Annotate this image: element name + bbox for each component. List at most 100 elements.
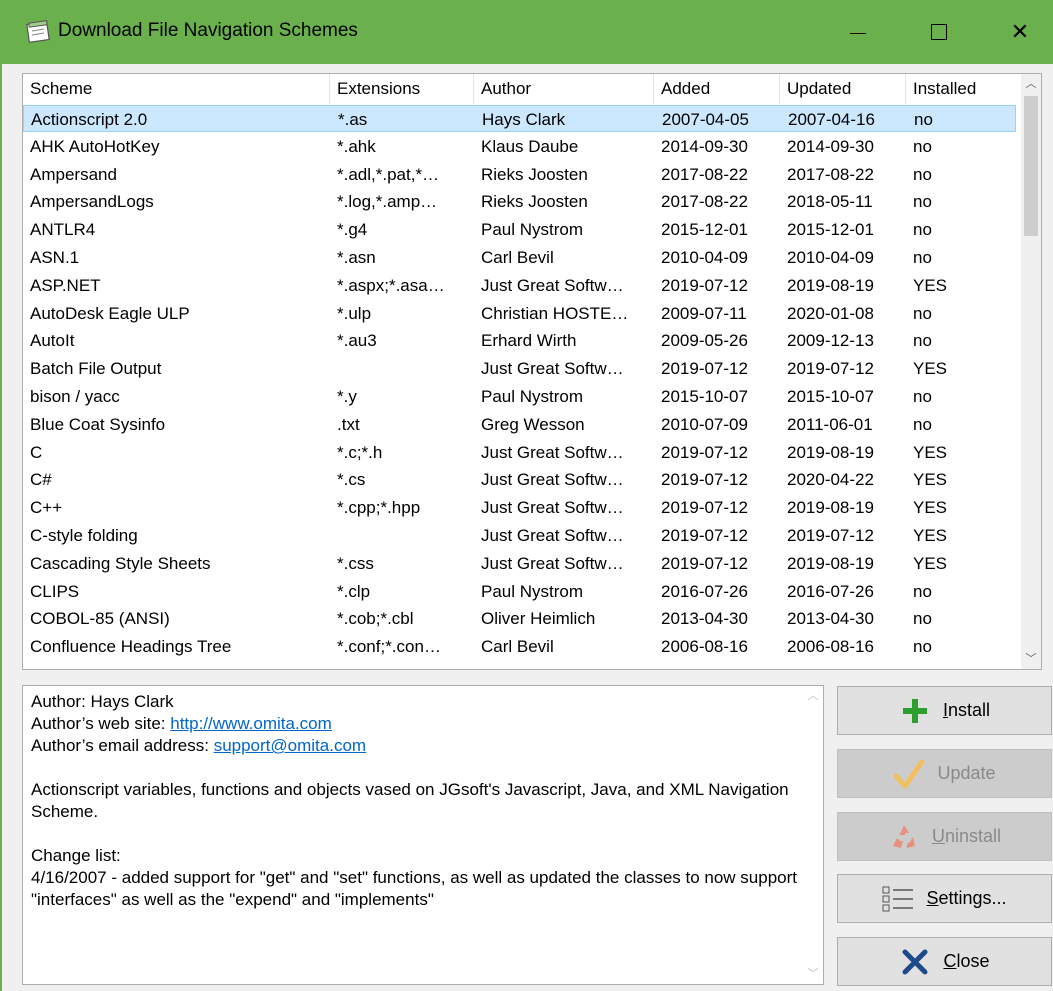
table-row[interactable]: Blue Coat Sysinfo .txt Greg Wesson 2010-07-… [23, 411, 1016, 438]
install-button[interactable]: Install [837, 686, 1052, 735]
close-button[interactable]: Close [837, 937, 1052, 986]
table-row[interactable]: AmpersandLogs *.log,*.amp… Rieks Joosten 20… [23, 188, 1016, 215]
cell-extensions: *.cpp;*.hpp [337, 498, 421, 518]
cell-updated: 2019-08-19 [787, 442, 874, 462]
table-row[interactable]: ASN.1 *.asn Carl Bevil 2010-04-09 2010-04-09… [23, 244, 1016, 271]
table-row[interactable]: COBOL-85 (ANSI) *.cob;*.cbl Oliver Heimlic… [23, 605, 1016, 632]
list-scrollbar[interactable]: ︿ ﹀ [1021, 74, 1041, 669]
details-scroll-down-icon[interactable]: ﹀ [803, 964, 823, 984]
cell-extensions: *.css [337, 553, 374, 573]
cell-author: Just Great Softw… [481, 275, 624, 295]
table-row[interactable]: Cascading Style Sheets *.css Just Great So… [23, 550, 1016, 577]
cell-author: Hays Clark [482, 110, 566, 129]
table-row[interactable]: Actionscript 2.0 *.as Hays Clark 2007-04-05… [23, 105, 1016, 132]
cell-extensions: *.ulp [337, 303, 372, 323]
table-row[interactable]: CLIPS *.clp Paul Nystrom 2016-07-26 2016-07-… [23, 578, 1016, 605]
cell-updated: 2019-07-12 [787, 526, 874, 545]
table-row[interactable]: C-style folding Just Great Softw… 2019-07-… [23, 522, 1016, 549]
cell-author: Christian HOSTE… [481, 303, 629, 323]
cell-scheme: COBOL-85 (ANSI) [30, 609, 170, 629]
column-header-scheme[interactable]: Scheme [23, 74, 330, 104]
cell-scheme: bison / yacc [30, 387, 120, 406]
cell-added: 2019-07-12 [661, 275, 748, 295]
email-label: Author’s email address: [31, 736, 214, 755]
close-window-button[interactable]: ✕ [997, 12, 1043, 52]
cell-updated: 2018-05-11 [787, 192, 873, 212]
table-row[interactable]: Ampersand *.adl,*.pat,*… Rieks Joosten 2017… [23, 161, 1016, 188]
cell-author: Paul Nystrom [481, 581, 584, 601]
cell-author: Paul Nystrom [481, 220, 584, 240]
scroll-up-icon[interactable]: ︿ [1021, 74, 1041, 94]
cell-scheme: C [30, 442, 43, 462]
settings-button[interactable]: Settings... [837, 874, 1052, 923]
cell-extensions: *.ahk [337, 136, 376, 156]
cell-added: 2010-07-09 [661, 414, 748, 434]
list-header: Scheme Extensions Author Added Updated I… [23, 74, 1023, 104]
cell-installed: YES [913, 359, 948, 379]
cell-scheme: ANTLR4 [30, 220, 96, 240]
cell-updated: 2019-08-19 [787, 275, 874, 295]
cell-added: 2017-08-22 [661, 192, 748, 212]
title-bar: Download File Navigation Schemes ✕ [0, 0, 1053, 64]
changelist-heading: Change list: [31, 846, 121, 865]
cell-scheme: C++ [30, 498, 63, 518]
checkmark-icon [893, 758, 925, 790]
cell-updated: 2007-04-16 [788, 110, 875, 129]
cell-extensions: *.asn [337, 248, 376, 267]
uninstall-button[interactable]: Uninstall [837, 812, 1052, 861]
details-scroll-up-icon[interactable]: ︿ [803, 686, 823, 706]
table-row[interactable]: C++ *.cpp;*.hpp Just Great Softw… 2019-07-1… [23, 494, 1016, 521]
window-title: Download File Navigation Schemes [58, 20, 358, 41]
cell-extensions: *.clp [337, 581, 371, 601]
cell-installed: YES [913, 275, 948, 295]
cell-updated: 2019-08-19 [787, 498, 874, 518]
scroll-thumb[interactable] [1024, 96, 1038, 236]
cell-installed: no [913, 414, 932, 434]
details-scrollbar[interactable]: ︿ ﹀ [803, 686, 823, 984]
cell-author: Rieks Joosten [481, 192, 588, 212]
scheme-list[interactable]: Scheme Extensions Author Added Updated I… [22, 73, 1042, 670]
table-row[interactable]: ANTLR4 *.g4 Paul Nystrom 2015-12-01 2015-12-… [23, 216, 1016, 243]
table-row[interactable]: C *.c;*.h Just Great Softw… 2019-07-12 2019-… [23, 439, 1016, 466]
column-header-author[interactable]: Author [474, 74, 654, 104]
update-button[interactable]: Update [837, 749, 1052, 798]
cell-installed: YES [913, 470, 948, 490]
cell-author: Just Great Softw… [481, 442, 624, 462]
email-link[interactable]: support@omita.com [214, 736, 366, 755]
cell-installed: no [913, 192, 932, 212]
cell-installed: no [913, 164, 932, 184]
cell-updated: 2017-08-22 [787, 164, 874, 184]
cell-added: 2019-07-12 [661, 442, 748, 462]
table-row[interactable]: ASP.NET *.aspx;*.asa… Just Great Softw… 201… [23, 272, 1016, 299]
table-row[interactable]: Confluence Headings Tree *.conf;*.con… Car… [23, 633, 1016, 660]
maximize-button[interactable] [916, 12, 962, 52]
table-row[interactable]: AHK AutoHotKey *.ahk Klaus Daube 2014-09-30… [23, 133, 1016, 160]
column-header-extensions[interactable]: Extensions [330, 74, 474, 104]
cell-author: Just Great Softw… [481, 359, 624, 379]
column-header-updated[interactable]: Updated [780, 74, 906, 104]
cell-scheme: CLIPS [30, 581, 80, 601]
minimize-button[interactable] [835, 12, 881, 52]
update-label: Update [937, 763, 996, 783]
cell-author: Just Great Softw… [481, 553, 624, 573]
scroll-down-icon[interactable]: ﹀ [1021, 649, 1041, 669]
cell-scheme: Ampersand [30, 164, 117, 184]
close-icon: ✕ [1010, 19, 1030, 44]
cell-scheme: ASP.NET [30, 275, 101, 295]
cell-added: 2006-08-16 [661, 637, 748, 657]
cell-scheme: C# [30, 470, 52, 490]
table-row[interactable]: bison / yacc *.y Paul Nystrom 2015-10-07 201… [23, 383, 1016, 410]
table-row[interactable]: Batch File Output Just Great Softw… 2019-0… [23, 355, 1016, 382]
table-row[interactable]: AutoDesk Eagle ULP *.ulp Christian HOSTE… 2… [23, 300, 1016, 327]
cell-installed: no [913, 581, 932, 601]
cell-scheme: AutoDesk Eagle ULP [30, 303, 190, 323]
cell-added: 2015-12-01 [661, 220, 748, 240]
cell-installed: no [913, 303, 932, 323]
cell-author: Greg Wesson [481, 414, 585, 434]
column-header-added[interactable]: Added [654, 74, 780, 104]
website-line: Author’s web site: http://www.omita.com [31, 713, 815, 735]
website-link[interactable]: http://www.omita.com [170, 714, 332, 733]
table-row[interactable]: AutoIt *.au3 Erhard Wirth 2009-05-26 2009-12… [23, 327, 1016, 354]
table-row[interactable]: C# *.cs Just Great Softw… 2019-07-12 2020-04… [23, 466, 1016, 493]
column-header-installed[interactable]: Installed [906, 74, 1016, 104]
